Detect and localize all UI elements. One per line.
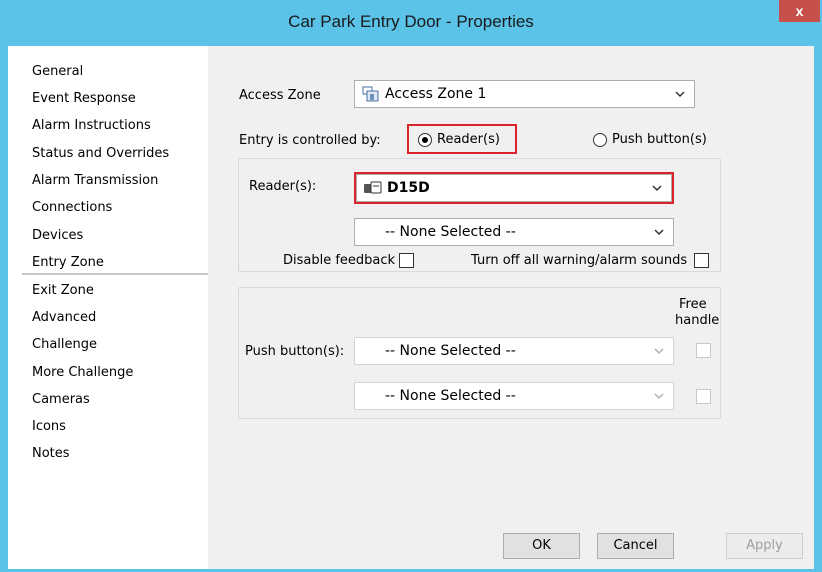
readers-label: Reader(s): [249, 179, 317, 194]
sidebar-item-connections[interactable]: Connections [32, 200, 112, 215]
reader-1-select[interactable]: D15D [356, 174, 672, 202]
sidebar-item-advanced[interactable]: Advanced [32, 310, 96, 325]
reader-radio-label[interactable]: Reader(s) [437, 132, 500, 147]
card-reader-icon [363, 181, 383, 195]
sidebar-item-exit-zone[interactable]: Exit Zone [32, 283, 94, 298]
turn-off-sounds-checkbox[interactable] [694, 253, 709, 268]
push-buttons-label: Push button(s): [245, 344, 345, 359]
push-button-radio-label[interactable]: Push button(s) [612, 132, 707, 147]
sidebar-item-notes[interactable]: Notes [32, 446, 70, 461]
sidebar-item-status-and-overrides[interactable]: Status and Overrides [32, 146, 169, 161]
sidebar-item-general[interactable]: General [32, 64, 83, 79]
radio-selected-dot [422, 137, 428, 143]
free-handle-label-1: Free [679, 297, 707, 312]
push-button-1-value: -- None Selected -- [385, 343, 516, 359]
chevron-down-icon [653, 226, 665, 238]
sidebar-item-cameras[interactable]: Cameras [32, 392, 90, 407]
push-button-radio[interactable] [593, 133, 607, 147]
sidebar-item-alarm-instructions[interactable]: Alarm Instructions [32, 118, 151, 133]
disable-feedback-label: Disable feedback [283, 253, 396, 268]
title-bar[interactable]: Car Park Entry Door - Properties x [0, 0, 822, 46]
apply-button[interactable]: Apply [726, 533, 803, 559]
access-zone-label: Access Zone [239, 88, 321, 103]
free-handle-2-checkbox[interactable] [696, 389, 711, 404]
reader-2-select[interactable]: -- None Selected -- [354, 218, 674, 246]
access-zone-value: Access Zone 1 [385, 86, 487, 102]
window-title: Car Park Entry Door - Properties [288, 12, 534, 31]
reader-radio[interactable] [418, 133, 432, 147]
reader-2-value: -- None Selected -- [385, 224, 516, 240]
chevron-down-icon [653, 390, 665, 402]
free-handle-label-2: handle [675, 313, 720, 328]
sidebar: General Event Response Alarm Instruction… [8, 46, 210, 569]
reader-1-value: D15D [387, 180, 430, 196]
entry-zone-panel: Access Zone Access Zone 1 Entry is contr… [208, 46, 814, 569]
access-zone-icon [362, 86, 380, 102]
sidebar-item-alarm-transmission[interactable]: Alarm Transmission [32, 173, 158, 188]
properties-window: Car Park Entry Door - Properties x Gener… [0, 0, 822, 572]
push-button-2-value: -- None Selected -- [385, 388, 516, 404]
chevron-down-icon [674, 88, 686, 100]
ok-button[interactable]: OK [503, 533, 580, 559]
sidebar-item-devices[interactable]: Devices [32, 228, 83, 243]
sidebar-item-challenge[interactable]: Challenge [32, 337, 97, 352]
close-icon: x [795, 3, 804, 19]
sidebar-item-more-challenge[interactable]: More Challenge [32, 365, 133, 380]
controlled-by-label: Entry is controlled by: [239, 133, 381, 148]
dialog-client: General Event Response Alarm Instruction… [8, 46, 814, 569]
disable-feedback-checkbox[interactable] [399, 253, 414, 268]
turn-off-sounds-label: Turn off all warning/alarm sounds [471, 253, 688, 268]
sidebar-item-event-response[interactable]: Event Response [32, 91, 136, 106]
sidebar-item-icons[interactable]: Icons [32, 419, 66, 434]
cancel-button[interactable]: Cancel [597, 533, 674, 559]
chevron-down-icon [653, 345, 665, 357]
access-zone-select[interactable]: Access Zone 1 [354, 80, 695, 108]
close-button[interactable]: x [779, 0, 820, 22]
sidebar-selection-line [22, 273, 210, 275]
free-handle-1-checkbox[interactable] [696, 343, 711, 358]
chevron-down-icon [651, 182, 663, 194]
sidebar-item-entry-zone[interactable]: Entry Zone [32, 255, 104, 270]
push-button-2-select[interactable]: -- None Selected -- [354, 382, 674, 410]
push-button-1-select[interactable]: -- None Selected -- [354, 337, 674, 365]
